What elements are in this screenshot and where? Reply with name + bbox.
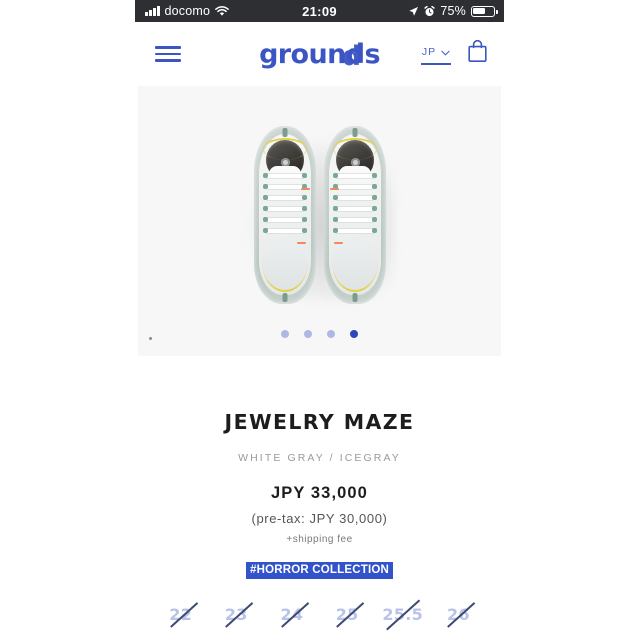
size-option-25.5: 25.5 — [375, 601, 431, 627]
collection-tag[interactable]: #HORROR COLLECTION — [245, 562, 394, 579]
page-title: JEWELRY MAZE — [224, 410, 415, 434]
battery-icon — [471, 5, 498, 17]
product-gallery[interactable] — [138, 86, 501, 356]
product-info: JEWELRY MAZE WHITE GRAY / ICEGRAY JPY 33… — [135, 356, 504, 579]
size-option-label: 22 — [169, 604, 193, 624]
size-option-24: 24 — [269, 601, 315, 627]
shopping-bag-icon[interactable] — [467, 39, 488, 68]
carousel-dot-4[interactable] — [350, 330, 358, 338]
site-header: grounds JP — [135, 22, 504, 86]
shoe-right — [323, 126, 386, 304]
shoe-yellow-rim — [262, 138, 307, 160]
language-selector-row: JP — [422, 43, 450, 61]
language-selector[interactable]: JP — [421, 43, 451, 65]
status-bar: docomo 21:09 75% — [135, 0, 504, 22]
brand-logo-glitch-letter: d — [342, 41, 365, 70]
shipping-fee-note: +shipping fee — [286, 534, 353, 545]
size-option-22: 22 — [158, 601, 204, 627]
language-underline — [421, 63, 451, 65]
shoe-heel-tab — [352, 128, 357, 137]
size-option-25: 25 — [324, 601, 370, 627]
shoe-laces — [262, 173, 307, 238]
brand-logo-suffix: s — [364, 38, 380, 70]
shoe-heel-tab — [282, 128, 287, 137]
size-option-label: 24 — [280, 604, 304, 624]
shoe-toe-tab — [352, 293, 357, 302]
chevron-down-icon — [441, 43, 450, 61]
size-option-label: 25.5 — [382, 604, 424, 624]
shoe-yellow-rim — [332, 138, 377, 160]
product-price-pretax: (pre-tax: JPY 30,000) — [251, 511, 388, 526]
carousel-dots — [138, 330, 501, 338]
shoe-left — [253, 126, 316, 304]
size-option-23: 23 — [213, 601, 259, 627]
shoe-laces — [332, 173, 377, 238]
size-option-label: 25 — [335, 604, 359, 624]
size-option-label: 23 — [224, 604, 248, 624]
size-selector: 2223242525.5262727.5282930 — [135, 601, 504, 640]
brand-logo-prefix: groun — [259, 38, 346, 70]
carousel-dot-3[interactable] — [327, 330, 335, 338]
product-colorway: WHITE GRAY / ICEGRAY — [238, 452, 401, 464]
product-price: JPY 33,000 — [271, 484, 368, 502]
phone-viewport: docomo 21:09 75% ground ds JP JEWELRY MA… — [135, 0, 504, 640]
header-right-actions: JP — [421, 39, 488, 68]
size-option-label: 26 — [446, 604, 470, 624]
carousel-dot-1[interactable] — [281, 330, 289, 338]
status-bar-clock: 21:09 — [302, 3, 337, 19]
size-option-26: 26 — [435, 601, 481, 627]
carousel-dot-2[interactable] — [304, 330, 312, 338]
product-image — [253, 126, 386, 306]
language-label: JP — [421, 46, 437, 59]
shoe-toe-tab — [282, 293, 287, 302]
